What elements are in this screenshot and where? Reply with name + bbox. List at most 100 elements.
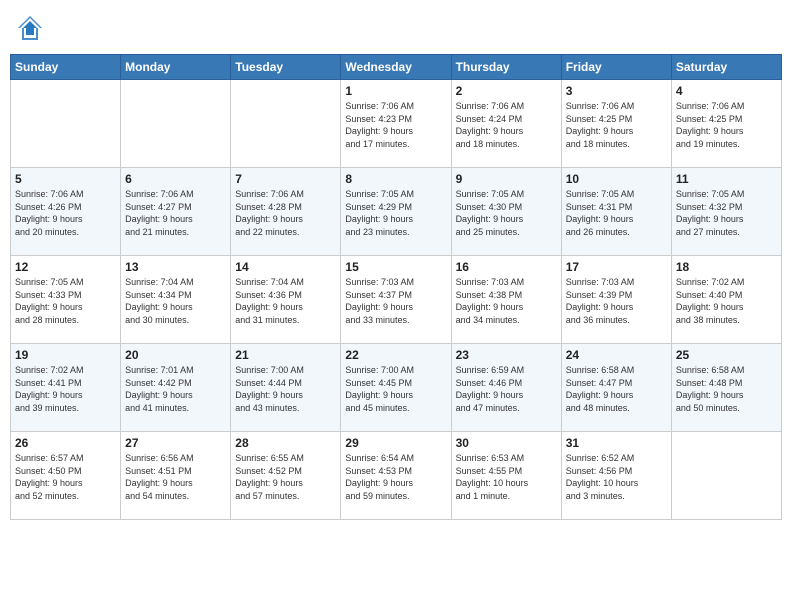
day-number: 21 (235, 348, 336, 362)
day-info: Sunrise: 6:54 AM Sunset: 4:53 PM Dayligh… (345, 452, 446, 502)
day-number: 9 (456, 172, 557, 186)
day-info: Sunrise: 7:06 AM Sunset: 4:27 PM Dayligh… (125, 188, 226, 238)
weekday-header-row: SundayMondayTuesdayWednesdayThursdayFrid… (11, 55, 782, 80)
day-info: Sunrise: 6:56 AM Sunset: 4:51 PM Dayligh… (125, 452, 226, 502)
calendar-table: SundayMondayTuesdayWednesdayThursdayFrid… (10, 54, 782, 520)
day-number: 3 (566, 84, 667, 98)
calendar-cell: 12 Sunrise: 7:05 AM Sunset: 4:33 PM Dayli… (11, 256, 121, 344)
day-info: Sunrise: 7:00 AM Sunset: 4:44 PM Dayligh… (235, 364, 336, 414)
week-row-5: 26Sunrise: 6:57 AM Sunset: 4:50 PM Dayli… (11, 432, 782, 520)
day-number: 15 (345, 260, 446, 274)
day-number: 14 (235, 260, 336, 274)
calendar-cell: 19 Sunrise: 7:02 AM Sunset: 4:41 PM Dayli… (11, 344, 121, 432)
day-info: Sunrise: 7:00 AM Sunset: 4:45 PM Dayligh… (345, 364, 446, 414)
weekday-header-monday: Monday (121, 55, 231, 80)
day-number: 1 (345, 84, 446, 98)
calendar-cell: 24Sunrise: 6:58 AM Sunset: 4:47 PM Dayli… (561, 344, 671, 432)
calendar-cell: 8 Sunrise: 7:05 AM Sunset: 4:29 PM Daylig… (341, 168, 451, 256)
calendar-cell: 4Sunrise: 7:06 AM Sunset: 4:25 PM Daylig… (671, 80, 781, 168)
header (10, 10, 782, 46)
calendar-cell: 17 Sunrise: 7:03 AM Sunset: 4:39 PM Dayli… (561, 256, 671, 344)
day-info: Sunrise: 7:05 AM Sunset: 4:30 PM Dayligh… (456, 188, 557, 238)
day-number: 27 (125, 436, 226, 450)
day-info: Sunrise: 7:05 AM Sunset: 4:31 PM Dayligh… (566, 188, 667, 238)
day-info: Sunrise: 7:06 AM Sunset: 4:24 PM Dayligh… (456, 100, 557, 150)
calendar-cell: 1Sunrise: 7:06 AM Sunset: 4:23 PM Daylig… (341, 80, 451, 168)
calendar-cell (231, 80, 341, 168)
day-number: 18 (676, 260, 777, 274)
calendar-cell: 7Sunrise: 7:06 AM Sunset: 4:28 PM Daylig… (231, 168, 341, 256)
weekday-header-wednesday: Wednesday (341, 55, 451, 80)
day-number: 8 (345, 172, 446, 186)
day-number: 25 (676, 348, 777, 362)
day-number: 23 (456, 348, 557, 362)
week-row-4: 19 Sunrise: 7:02 AM Sunset: 4:41 PM Dayli… (11, 344, 782, 432)
calendar-cell (121, 80, 231, 168)
calendar-cell (11, 80, 121, 168)
day-number: 16 (456, 260, 557, 274)
weekday-header-tuesday: Tuesday (231, 55, 341, 80)
day-info: Sunrise: 6:59 AM Sunset: 4:46 PM Dayligh… (456, 364, 557, 414)
day-info: Sunrise: 7:02 AM Sunset: 4:41 PM Dayligh… (15, 364, 116, 414)
calendar-cell: 18 Sunrise: 7:02 AM Sunset: 4:40 PM Dayli… (671, 256, 781, 344)
day-number: 17 (566, 260, 667, 274)
day-info: Sunrise: 6:58 AM Sunset: 4:48 PM Dayligh… (676, 364, 777, 414)
day-number: 29 (345, 436, 446, 450)
week-row-2: 5 Sunrise: 7:06 AM Sunset: 4:26 PM Daylig… (11, 168, 782, 256)
calendar-cell: 14 Sunrise: 7:04 AM Sunset: 4:36 PM Dayli… (231, 256, 341, 344)
day-info: Sunrise: 7:05 AM Sunset: 4:33 PM Dayligh… (15, 276, 116, 326)
calendar-cell: 26Sunrise: 6:57 AM Sunset: 4:50 PM Dayli… (11, 432, 121, 520)
weekday-header-saturday: Saturday (671, 55, 781, 80)
day-number: 6 (125, 172, 226, 186)
day-number: 30 (456, 436, 557, 450)
day-info: Sunrise: 7:05 AM Sunset: 4:29 PM Dayligh… (345, 188, 446, 238)
day-number: 11 (676, 172, 777, 186)
calendar-cell: 11Sunrise: 7:05 AM Sunset: 4:32 PM Dayli… (671, 168, 781, 256)
day-info: Sunrise: 7:03 AM Sunset: 4:39 PM Dayligh… (566, 276, 667, 326)
weekday-header-sunday: Sunday (11, 55, 121, 80)
day-info: Sunrise: 6:57 AM Sunset: 4:50 PM Dayligh… (15, 452, 116, 502)
weekday-header-thursday: Thursday (451, 55, 561, 80)
calendar-cell: 30 Sunrise: 6:53 AM Sunset: 4:55 PM Dayli… (451, 432, 561, 520)
calendar-cell: 21 Sunrise: 7:00 AM Sunset: 4:44 PM Dayli… (231, 344, 341, 432)
calendar-cell: 29 Sunrise: 6:54 AM Sunset: 4:53 PM Dayli… (341, 432, 451, 520)
calendar-cell: 6 Sunrise: 7:06 AM Sunset: 4:27 PM Daylig… (121, 168, 231, 256)
day-info: Sunrise: 7:06 AM Sunset: 4:28 PM Dayligh… (235, 188, 336, 238)
week-row-1: 1Sunrise: 7:06 AM Sunset: 4:23 PM Daylig… (11, 80, 782, 168)
day-info: Sunrise: 7:03 AM Sunset: 4:38 PM Dayligh… (456, 276, 557, 326)
day-number: 5 (15, 172, 116, 186)
calendar-cell (671, 432, 781, 520)
week-row-3: 12 Sunrise: 7:05 AM Sunset: 4:33 PM Dayli… (11, 256, 782, 344)
day-info: Sunrise: 7:02 AM Sunset: 4:40 PM Dayligh… (676, 276, 777, 326)
day-info: Sunrise: 6:53 AM Sunset: 4:55 PM Dayligh… (456, 452, 557, 502)
day-info: Sunrise: 7:06 AM Sunset: 4:25 PM Dayligh… (566, 100, 667, 150)
day-number: 19 (15, 348, 116, 362)
calendar-cell: 27 Sunrise: 6:56 AM Sunset: 4:51 PM Dayli… (121, 432, 231, 520)
day-info: Sunrise: 7:06 AM Sunset: 4:26 PM Dayligh… (15, 188, 116, 238)
calendar-cell: 31Sunrise: 6:52 AM Sunset: 4:56 PM Dayli… (561, 432, 671, 520)
day-number: 20 (125, 348, 226, 362)
day-number: 10 (566, 172, 667, 186)
day-number: 2 (456, 84, 557, 98)
day-number: 12 (15, 260, 116, 274)
calendar-cell: 22 Sunrise: 7:00 AM Sunset: 4:45 PM Dayli… (341, 344, 451, 432)
day-info: Sunrise: 7:04 AM Sunset: 4:36 PM Dayligh… (235, 276, 336, 326)
calendar-cell: 16 Sunrise: 7:03 AM Sunset: 4:38 PM Dayli… (451, 256, 561, 344)
day-info: Sunrise: 7:03 AM Sunset: 4:37 PM Dayligh… (345, 276, 446, 326)
calendar-cell: 20 Sunrise: 7:01 AM Sunset: 4:42 PM Dayli… (121, 344, 231, 432)
calendar-cell: 25 Sunrise: 6:58 AM Sunset: 4:48 PM Dayli… (671, 344, 781, 432)
calendar-cell: 28Sunrise: 6:55 AM Sunset: 4:52 PM Dayli… (231, 432, 341, 520)
day-info: Sunrise: 7:01 AM Sunset: 4:42 PM Dayligh… (125, 364, 226, 414)
day-number: 24 (566, 348, 667, 362)
calendar-cell: 2 Sunrise: 7:06 AM Sunset: 4:24 PM Daylig… (451, 80, 561, 168)
logo (16, 14, 48, 42)
calendar-cell: 15 Sunrise: 7:03 AM Sunset: 4:37 PM Dayli… (341, 256, 451, 344)
day-info: Sunrise: 6:55 AM Sunset: 4:52 PM Dayligh… (235, 452, 336, 502)
day-info: Sunrise: 7:04 AM Sunset: 4:34 PM Dayligh… (125, 276, 226, 326)
calendar-cell: 10 Sunrise: 7:05 AM Sunset: 4:31 PM Dayli… (561, 168, 671, 256)
day-info: Sunrise: 7:06 AM Sunset: 4:25 PM Dayligh… (676, 100, 777, 150)
weekday-header-friday: Friday (561, 55, 671, 80)
calendar-cell: 5 Sunrise: 7:06 AM Sunset: 4:26 PM Daylig… (11, 168, 121, 256)
calendar-cell: 13Sunrise: 7:04 AM Sunset: 4:34 PM Dayli… (121, 256, 231, 344)
day-number: 22 (345, 348, 446, 362)
